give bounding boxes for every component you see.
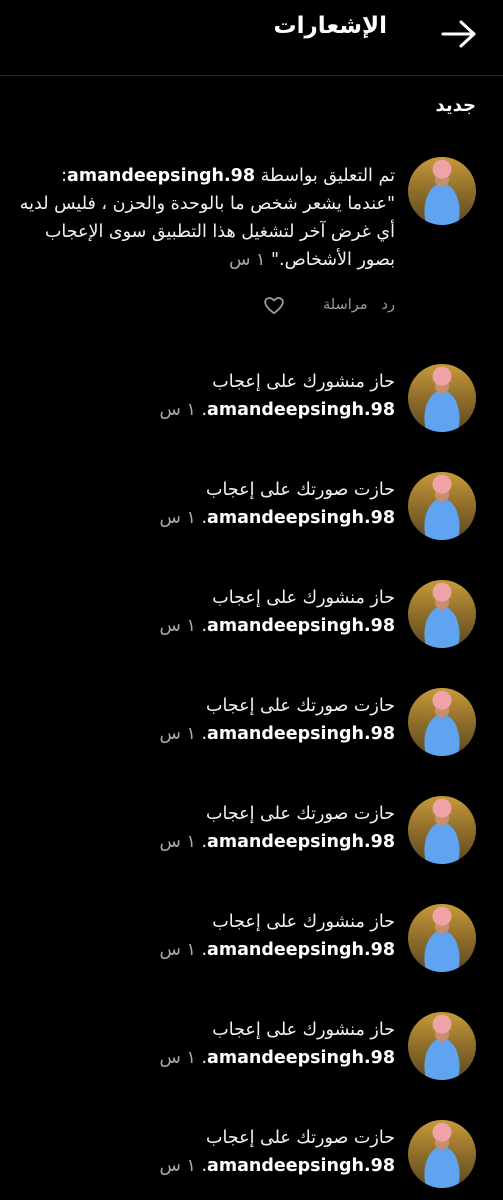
notification-text: حازت صورتك على إعجاب amandeepsingh.98. ١… bbox=[15, 692, 395, 748]
avatar[interactable] bbox=[408, 580, 476, 648]
section-new-title: جديد bbox=[435, 95, 476, 116]
back-button[interactable] bbox=[439, 16, 479, 52]
message-button[interactable]: مراسلة bbox=[323, 297, 368, 313]
notification-prefix: حازت صورتك على إعجاب bbox=[206, 804, 395, 824]
username[interactable]: amandeepsingh.98 bbox=[207, 1048, 395, 1068]
notification-prefix: حاز منشورك على إعجاب bbox=[212, 912, 395, 932]
notification-prefix: حازت صورتك على إعجاب bbox=[206, 1128, 395, 1148]
avatar[interactable] bbox=[408, 796, 476, 864]
timestamp: ١ س bbox=[159, 832, 196, 852]
notification-text: حازت صورتك على إعجاب amandeepsingh.98. ١… bbox=[15, 476, 395, 532]
notification-text: حاز منشورك على إعجاب amandeepsingh.98. ١… bbox=[15, 908, 395, 964]
avatar[interactable] bbox=[408, 1012, 476, 1080]
username[interactable]: amandeepsingh.98 bbox=[207, 1156, 395, 1176]
timestamp: ١ س bbox=[159, 1048, 196, 1068]
timestamp: ١ س bbox=[159, 616, 196, 636]
username[interactable]: amandeepsingh.98 bbox=[207, 616, 395, 636]
app-header: الإشعارات bbox=[0, 0, 503, 76]
username[interactable]: amandeepsingh.98 bbox=[207, 940, 395, 960]
timestamp: ١ س bbox=[159, 508, 196, 528]
heart-icon[interactable] bbox=[263, 295, 285, 315]
comment-prefix: تم التعليق بواسطة bbox=[260, 166, 395, 186]
comment-text: تم التعليق بواسطة amandeepsingh.98: "عند… bbox=[15, 162, 395, 274]
notification-prefix: حاز منشورك على إعجاب bbox=[212, 372, 395, 392]
timestamp: ١ س bbox=[159, 940, 196, 960]
username[interactable]: amandeepsingh.98 bbox=[207, 508, 395, 528]
comment-actions: رد مراسلة bbox=[263, 290, 395, 320]
username[interactable]: amandeepsingh.98 bbox=[207, 400, 395, 420]
avatar[interactable] bbox=[408, 364, 476, 432]
avatar[interactable] bbox=[408, 157, 476, 225]
timestamp: ١ س bbox=[159, 724, 196, 744]
notification-prefix: حاز منشورك على إعجاب bbox=[212, 588, 395, 608]
notification-prefix: حازت صورتك على إعجاب bbox=[206, 696, 395, 716]
notification-text: حاز منشورك على إعجاب amandeepsingh.98. ١… bbox=[15, 1016, 395, 1072]
arrow-right-icon bbox=[441, 20, 476, 48]
notification-prefix: حاز منشورك على إعجاب bbox=[212, 1020, 395, 1040]
username[interactable]: amandeepsingh.98 bbox=[207, 724, 395, 744]
avatar[interactable] bbox=[408, 688, 476, 756]
avatar[interactable] bbox=[408, 904, 476, 972]
reply-button[interactable]: رد bbox=[382, 297, 395, 313]
avatar[interactable] bbox=[408, 472, 476, 540]
timestamp: ١ س bbox=[159, 400, 196, 420]
timestamp: ١ س bbox=[229, 250, 266, 270]
notification-text: حاز منشورك على إعجاب amandeepsingh.98. ١… bbox=[15, 368, 395, 424]
notification-prefix: حازت صورتك على إعجاب bbox=[206, 480, 395, 500]
username[interactable]: amandeepsingh.98 bbox=[67, 166, 255, 186]
username[interactable]: amandeepsingh.98 bbox=[207, 832, 395, 852]
notification-text: حازت صورتك على إعجاب amandeepsingh.98. ١… bbox=[15, 800, 395, 856]
notification-text: حاز منشورك على إعجاب amandeepsingh.98. ١… bbox=[15, 584, 395, 640]
avatar[interactable] bbox=[408, 1120, 476, 1188]
timestamp: ١ س bbox=[159, 1156, 196, 1176]
notification-text: حازت صورتك على إعجاب amandeepsingh.98. ١… bbox=[15, 1124, 395, 1180]
page-title: الإشعارات bbox=[273, 13, 387, 39]
